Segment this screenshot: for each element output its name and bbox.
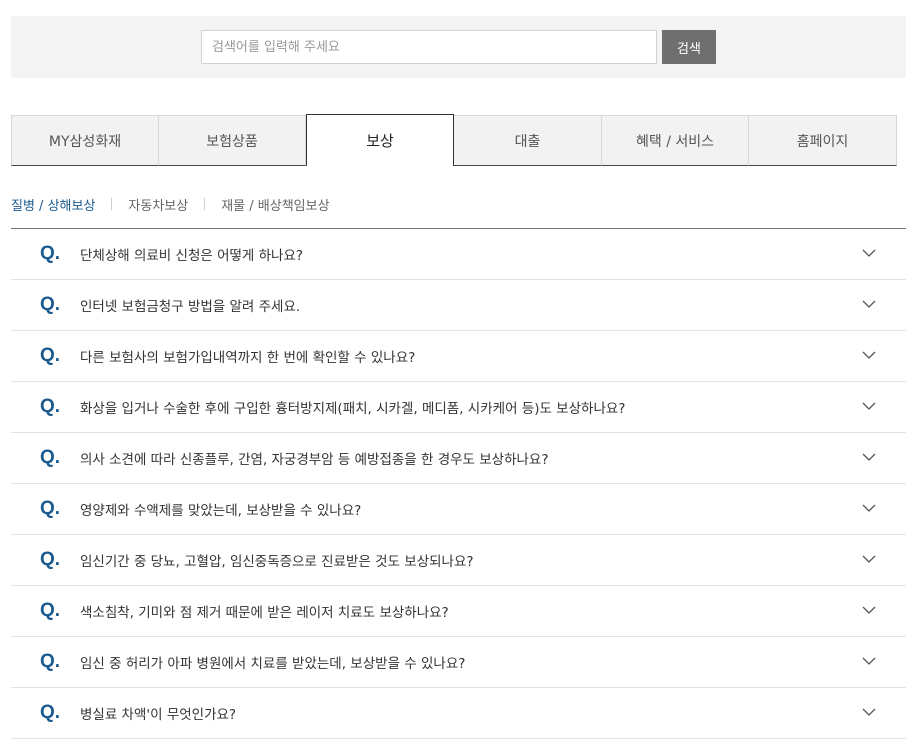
chevron-down-icon [862, 657, 876, 665]
subnav-property-liability[interactable]: 재물 / 배상책임보상 [221, 195, 329, 214]
chevron-down-icon [862, 708, 876, 716]
faq-item[interactable]: Q. 의사 소견에 따라 신종플루, 간염, 자궁경부암 등 예방접종을 한 경… [11, 433, 906, 484]
chevron-down-icon [862, 453, 876, 461]
faq-question: 화상을 입거나 수술한 후에 구입한 흉터방지제(패치, 시카겔, 메디폼, 시… [80, 401, 626, 417]
chevron-down-icon [862, 504, 876, 512]
faq-q-marker: Q. [40, 345, 61, 366]
tab-homepage[interactable]: 홈페이지 [749, 115, 897, 166]
faq-q-marker: Q. [40, 396, 61, 417]
faq-question: 인터넷 보험금청구 방법을 알려 주세요. [80, 299, 301, 315]
subnav-disease-injury[interactable]: 질병 / 상해보상 [11, 195, 95, 214]
faq-item[interactable]: Q. 병실료 차액'이 무엇인가요? [11, 688, 906, 739]
search-area: 검색 [11, 16, 906, 78]
tab-my-samsung[interactable]: MY삼성화재 [11, 115, 159, 166]
faq-question: 영양제와 수액제를 맞았는데, 보상받을 수 있나요? [80, 503, 362, 519]
chevron-down-icon [862, 249, 876, 257]
chevron-down-icon [862, 300, 876, 308]
faq-item[interactable]: Q. 화상을 입거나 수술한 후에 구입한 흉터방지제(패치, 시카겔, 메디폼… [11, 382, 906, 433]
faq-q-marker: Q. [40, 243, 61, 264]
main-tabs: MY삼성화재 보험상품 보상 대출 혜택 / 서비스 홈페이지 [11, 114, 897, 166]
search-button[interactable]: 검색 [662, 30, 716, 64]
tab-insurance-products[interactable]: 보험상품 [159, 115, 306, 166]
tab-benefits-services[interactable]: 혜택 / 서비스 [602, 115, 749, 166]
sub-navigation: 질병 / 상해보상 자동차보상 재물 / 배상책임보상 [11, 193, 330, 215]
faq-item[interactable]: Q. 다른 보험사의 보험가입내역까지 한 번에 확인할 수 있나요? [11, 331, 906, 382]
faq-item[interactable]: Q. 색소침착, 기미와 점 제거 때문에 받은 레이저 치료도 보상하나요? [11, 586, 906, 637]
chevron-down-icon [862, 402, 876, 410]
faq-q-marker: Q. [40, 447, 61, 468]
faq-q-marker: Q. [40, 549, 61, 570]
faq-q-marker: Q. [40, 702, 61, 723]
faq-item[interactable]: Q. 인터넷 보험금청구 방법을 알려 주세요. [11, 280, 906, 331]
subnav-divider [111, 198, 113, 210]
faq-item[interactable]: Q. 영양제와 수액제를 맞았는데, 보상받을 수 있나요? [11, 484, 906, 535]
faq-item[interactable]: Q. 단체상해 의료비 신청은 어떻게 하나요? [11, 229, 906, 280]
faq-q-marker: Q. [40, 651, 61, 672]
chevron-down-icon [862, 351, 876, 359]
faq-question: 병실료 차액'이 무엇인가요? [80, 707, 237, 723]
faq-list: Q. 단체상해 의료비 신청은 어떻게 하나요? Q. 인터넷 보험금청구 방법… [11, 228, 906, 739]
faq-question: 의사 소견에 따라 신종플루, 간염, 자궁경부암 등 예방접종을 한 경우도 … [80, 452, 549, 468]
subnav-auto[interactable]: 자동차보상 [128, 195, 188, 214]
faq-question: 임신 중 허리가 아파 병원에서 치료를 받았는데, 보상받을 수 있나요? [80, 656, 466, 672]
faq-question: 임신기간 중 당뇨, 고혈압, 임신중독증으로 진료받은 것도 보상되나요? [80, 554, 474, 570]
tab-compensation[interactable]: 보상 [306, 114, 454, 166]
faq-q-marker: Q. [40, 294, 61, 315]
search-input[interactable] [201, 30, 657, 64]
faq-item[interactable]: Q. 임신기간 중 당뇨, 고혈압, 임신중독증으로 진료받은 것도 보상되나요… [11, 535, 906, 586]
faq-question: 단체상해 의료비 신청은 어떻게 하나요? [80, 248, 304, 264]
faq-question: 다른 보험사의 보험가입내역까지 한 번에 확인할 수 있나요? [80, 350, 416, 366]
chevron-down-icon [862, 606, 876, 614]
faq-q-marker: Q. [40, 600, 61, 621]
faq-q-marker: Q. [40, 498, 61, 519]
subnav-divider [204, 198, 206, 210]
chevron-down-icon [862, 555, 876, 563]
faq-question: 색소침착, 기미와 점 제거 때문에 받은 레이저 치료도 보상하나요? [80, 605, 449, 621]
faq-item[interactable]: Q. 임신 중 허리가 아파 병원에서 치료를 받았는데, 보상받을 수 있나요… [11, 637, 906, 688]
tab-loan[interactable]: 대출 [454, 115, 602, 166]
